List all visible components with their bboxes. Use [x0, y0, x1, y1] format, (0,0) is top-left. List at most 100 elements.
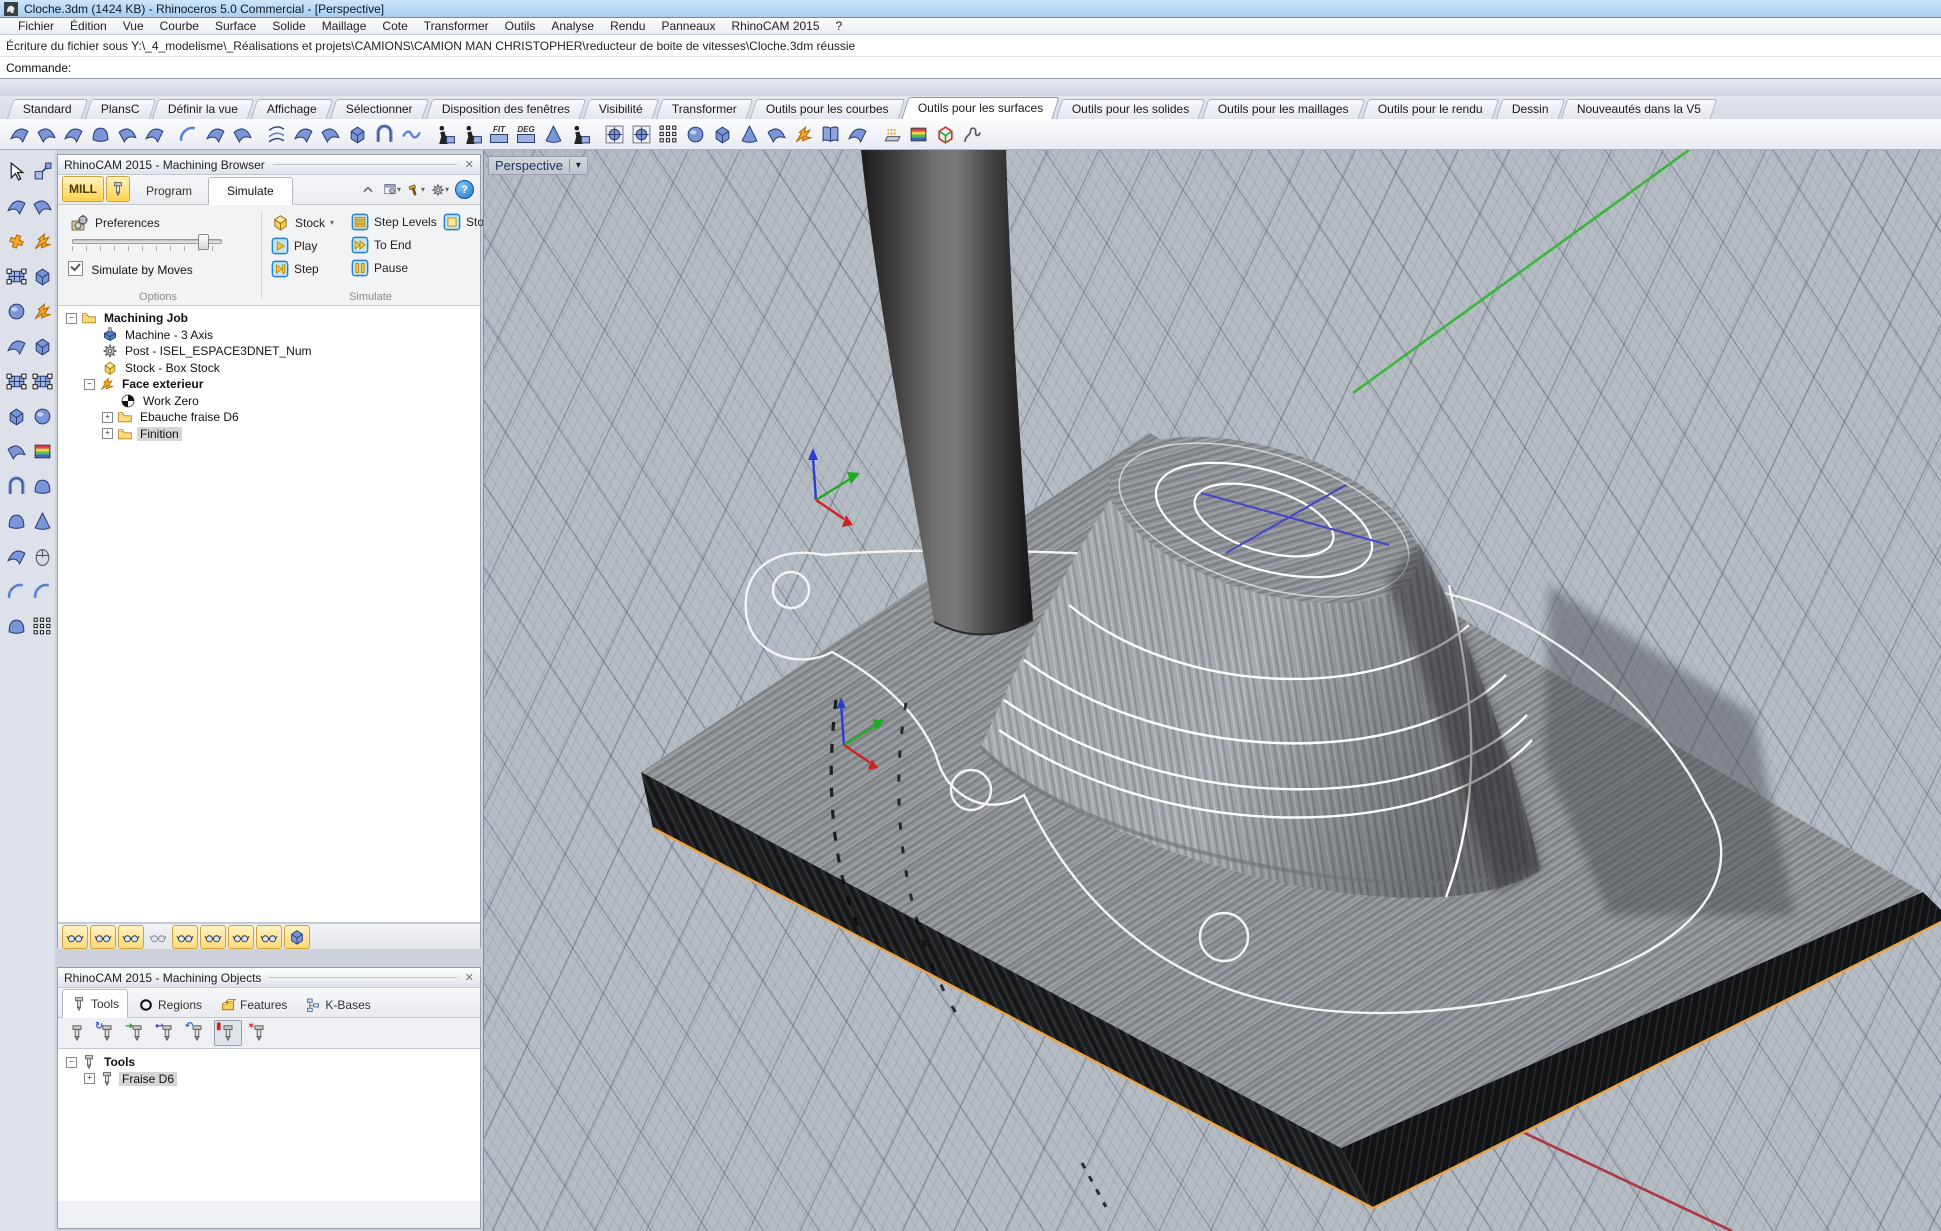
- merge-surface-worker-icon[interactable]: [567, 121, 593, 147]
- tree-item-post[interactable]: Post - ISEL_ESPACE3DNET_Num: [58, 343, 480, 360]
- smash-points-icon[interactable]: [655, 121, 681, 147]
- simulate-transparent-stock-icon[interactable]: [146, 926, 170, 948]
- simulation-speed-slider[interactable]: [72, 239, 222, 251]
- extrude-straight-icon[interactable]: [290, 121, 316, 147]
- tab-visibilite[interactable]: Visibilité: [583, 99, 659, 119]
- record-history-icon[interactable]: [959, 121, 985, 147]
- save-tool-library-icon[interactable]: ↩: [154, 1021, 180, 1045]
- curved-surface-icon[interactable]: [3, 333, 29, 359]
- refit-diamond-icon[interactable]: [682, 121, 708, 147]
- offset-book-icon[interactable]: [817, 121, 843, 147]
- help-icon[interactable]: ?: [455, 180, 474, 199]
- tab-transformer[interactable]: Transformer: [656, 99, 753, 119]
- extend-surface-icon[interactable]: [175, 121, 201, 147]
- rebuild-burst-icon[interactable]: [29, 228, 55, 254]
- tree-item-stock[interactable]: Stock - Box Stock: [58, 360, 480, 377]
- surface-from-curves-icon[interactable]: [33, 121, 59, 147]
- post-menu-icon[interactable]: ▾: [407, 181, 425, 199]
- fit-plane-worker-icon[interactable]: [432, 121, 458, 147]
- edit-tool-icon[interactable]: ↻: [94, 1021, 120, 1045]
- delete-tool-icon[interactable]: ✶: [246, 1021, 272, 1045]
- mill-tool-icon[interactable]: [106, 176, 130, 202]
- window-titlebar[interactable]: Cloche.3dm (1424 KB) - Rhinoceros 5.0 Co…: [0, 0, 1941, 18]
- sweep2-icon[interactable]: [229, 121, 255, 147]
- preferences-button[interactable]: Preferences: [70, 213, 160, 233]
- menu-vue[interactable]: Vue: [115, 19, 152, 33]
- cylinder-icon[interactable]: [3, 473, 29, 499]
- menu-analyse[interactable]: Analyse: [543, 19, 602, 33]
- collapse-ribbon-icon[interactable]: [359, 181, 377, 199]
- viewport-menu-chevron-icon[interactable]: ▾: [576, 160, 581, 171]
- tab-standard[interactable]: Standard: [7, 99, 88, 119]
- move-uvn-icon[interactable]: [29, 158, 55, 184]
- revolve-surface-icon[interactable]: [141, 121, 167, 147]
- tab-outils-solides[interactable]: Outils pour les solides: [1056, 99, 1206, 119]
- expand-icon[interactable]: +: [84, 1073, 95, 1084]
- collapse-icon[interactable]: −: [84, 379, 95, 390]
- tab-outils-surfaces[interactable]: Outils pour les surfaces: [901, 97, 1060, 119]
- simulate-machine-icon[interactable]: [200, 925, 226, 949]
- stock-button[interactable]: Stock▾: [271, 213, 334, 232]
- menu-cote[interactable]: Cote: [374, 19, 415, 33]
- tube-icon[interactable]: [29, 473, 55, 499]
- adjust-surface-icon[interactable]: [3, 193, 29, 219]
- simulate-material-icon[interactable]: [284, 925, 310, 949]
- deg-srf-icon[interactable]: DEG: [513, 121, 539, 147]
- machining-browser-header[interactable]: RhinoCAM 2015 - Machining Browser ✕: [58, 155, 480, 175]
- simulate-holder-icon[interactable]: [256, 925, 282, 949]
- step-levels-button[interactable]: Step Levels: [351, 213, 437, 231]
- play-button[interactable]: Play: [271, 237, 334, 255]
- menu-edition[interactable]: Édition: [62, 19, 115, 33]
- filter-tool-icon[interactable]: [64, 1021, 90, 1045]
- edge-curves-surface-icon[interactable]: [60, 121, 86, 147]
- patch-cylinder-icon[interactable]: [709, 121, 735, 147]
- explode-icon[interactable]: [3, 228, 29, 254]
- collapse-icon[interactable]: −: [66, 313, 77, 324]
- simulate-by-moves-checkbox[interactable]: [68, 261, 83, 276]
- slider-thumb[interactable]: [198, 234, 209, 250]
- tab-simulate[interactable]: Simulate: [208, 177, 293, 205]
- tab-kbases[interactable]: K-Bases: [297, 993, 378, 1017]
- sparse-points-icon[interactable]: [790, 121, 816, 147]
- shrink-surface-worker-icon[interactable]: [459, 121, 485, 147]
- tree-item-machine[interactable]: Machine - 3 Axis: [58, 327, 480, 344]
- blend-arc-12-icon[interactable]: [29, 578, 55, 604]
- corner-points-surface-icon[interactable]: [6, 121, 32, 147]
- select-arrow-icon[interactable]: [3, 158, 29, 184]
- match-surface-icon[interactable]: [540, 121, 566, 147]
- tab-outils-courbes[interactable]: Outils pour les courbes: [750, 99, 905, 119]
- menu-outils[interactable]: Outils: [497, 19, 544, 33]
- surface-from-grid-icon[interactable]: [3, 263, 29, 289]
- offset-diamond-icon[interactable]: [29, 403, 55, 429]
- perspective-viewport[interactable]: Perspective ▾: [483, 150, 1941, 1231]
- close-icon[interactable]: ✕: [465, 971, 474, 984]
- simulate-toolpath-points-icon[interactable]: [118, 925, 144, 949]
- menu-surface[interactable]: Surface: [207, 19, 264, 33]
- curvature-rainbow-icon[interactable]: [29, 438, 55, 464]
- simulate-tool-icon[interactable]: [228, 925, 254, 949]
- picture-frame-icon[interactable]: [29, 368, 55, 394]
- simulate-by-moves-option[interactable]: Simulate by Moves: [68, 261, 193, 277]
- planar-curves-surface-icon[interactable]: [87, 121, 113, 147]
- tab-outils-rendu[interactable]: Outils pour le rendu: [1362, 99, 1499, 119]
- cone-icon[interactable]: [29, 508, 55, 534]
- close-icon[interactable]: ✕: [465, 158, 474, 171]
- extrude-curve-icon[interactable]: [317, 121, 343, 147]
- heightfield-points-icon[interactable]: [29, 613, 55, 639]
- drape-surface-icon[interactable]: [3, 613, 29, 639]
- tree-item-finition[interactable]: + Finition: [58, 426, 480, 443]
- dome-icon[interactable]: [3, 508, 29, 534]
- step-button[interactable]: Step: [271, 260, 334, 278]
- orient-mouse-icon[interactable]: [29, 543, 55, 569]
- unroll-target-icon[interactable]: [628, 121, 654, 147]
- collapse-icon[interactable]: −: [66, 1057, 77, 1068]
- extrude-vertical-icon[interactable]: [3, 403, 29, 429]
- viewport-title-tab[interactable]: Perspective ▾: [488, 156, 588, 175]
- fold-surface-icon[interactable]: [763, 121, 789, 147]
- machining-objects-header[interactable]: RhinoCAM 2015 - Machining Objects ✕: [58, 968, 480, 988]
- tree-item-fraise-d6[interactable]: + Fraise D6: [58, 1071, 480, 1088]
- blend-swoosh-icon[interactable]: [3, 543, 29, 569]
- tab-selectionner[interactable]: Sélectionner: [330, 99, 429, 119]
- simulate-stock-icon[interactable]: [62, 925, 88, 949]
- viewport-canvas[interactable]: [484, 150, 1941, 1231]
